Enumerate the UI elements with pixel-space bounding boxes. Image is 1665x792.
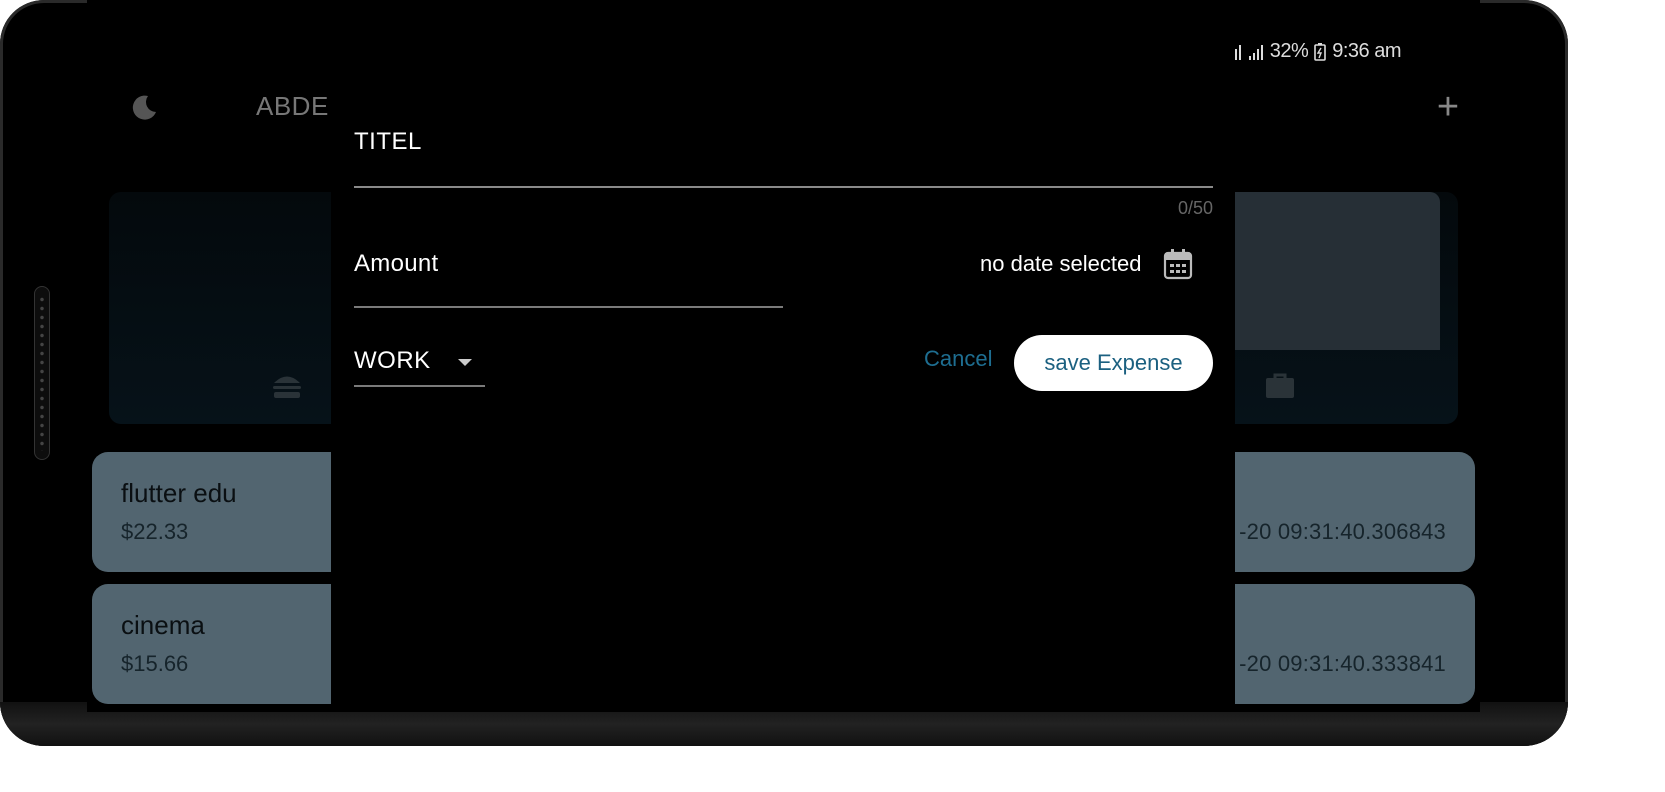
battery-icon xyxy=(1314,42,1327,61)
plus-icon[interactable]: + xyxy=(1433,88,1463,126)
signal-icon xyxy=(1248,44,1263,60)
phone-side-button xyxy=(34,286,50,460)
title-char-counter: 0/50 xyxy=(1177,198,1213,218)
burger-icon xyxy=(273,376,301,398)
calendar-icon[interactable] xyxy=(1163,248,1193,280)
app-title: ABDEI xyxy=(256,91,337,121)
category-selected: WORK xyxy=(354,347,431,374)
selected-date-text: no date selected xyxy=(980,251,1142,276)
expense-amount: $22.33 xyxy=(121,519,189,544)
expense-date: -20 09:31:40.333841 xyxy=(1239,651,1446,676)
title-field[interactable]: TITEL xyxy=(354,128,1213,188)
title-field-label: TITEL xyxy=(354,128,422,155)
expense-date: -20 09:31:40.306843 xyxy=(1239,519,1446,544)
chevron-down-icon xyxy=(458,359,472,366)
phone-frame: 32% 9:36 am ABDEI + flutter edu $22.33 -… xyxy=(0,0,1568,746)
moon-icon[interactable] xyxy=(129,93,159,123)
expense-title: cinema xyxy=(121,610,205,640)
cancel-button[interactable]: Cancel xyxy=(924,346,992,372)
add-expense-modal: TITEL 0/50 Amount no date selected WORK xyxy=(331,0,1235,712)
app-screen: 32% 9:36 am ABDEI + flutter edu $22.33 -… xyxy=(87,0,1480,712)
category-dropdown[interactable]: WORK xyxy=(354,345,485,387)
expense-amount: $15.66 xyxy=(121,651,189,676)
stage: 32% 9:36 am ABDEI + flutter edu $22.33 -… xyxy=(0,0,1665,792)
battery-percent: 32% xyxy=(1269,40,1309,62)
status-time: 9:36 am xyxy=(1332,40,1401,62)
save-expense-button[interactable]: save Expense xyxy=(1014,335,1213,391)
briefcase-icon xyxy=(1266,373,1294,398)
amount-field-label: Amount xyxy=(354,250,439,277)
amount-field[interactable]: Amount xyxy=(354,250,783,308)
expense-title: flutter edu xyxy=(121,478,237,508)
